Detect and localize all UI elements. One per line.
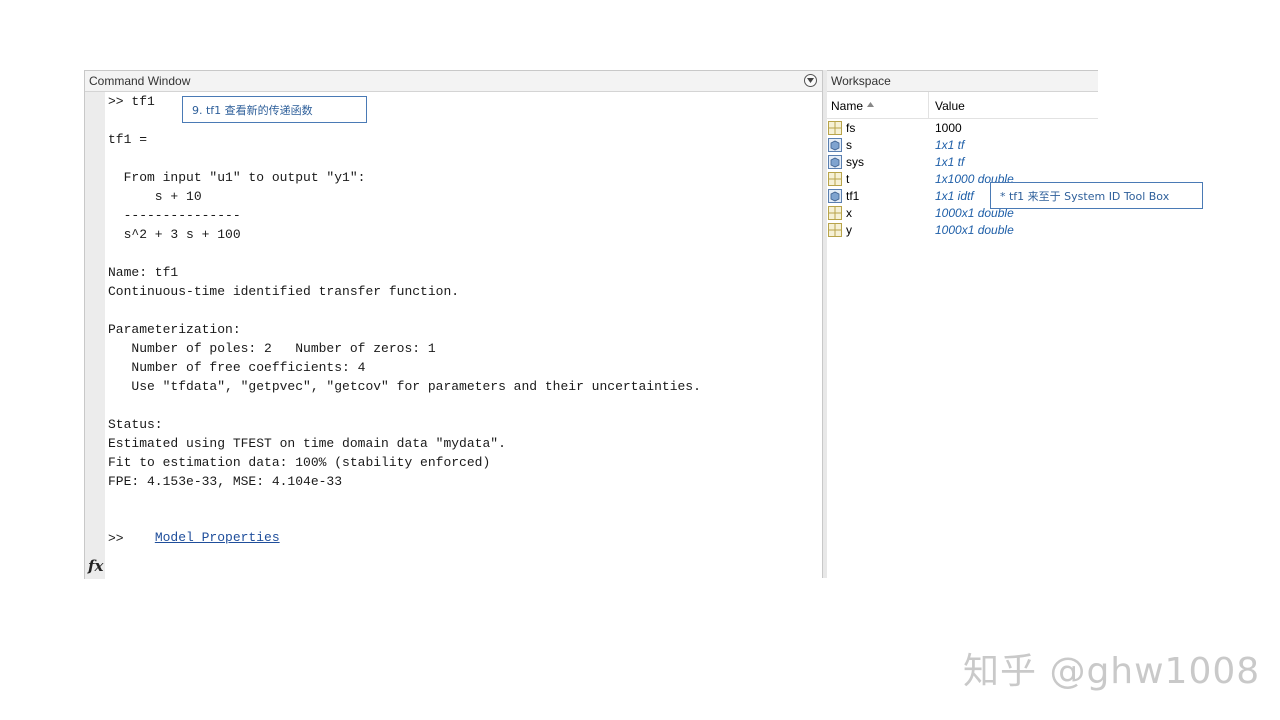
object-icon (828, 155, 842, 169)
workspace-title: Workspace (831, 74, 891, 88)
output-line: Estimated using TFEST on time domain dat… (108, 436, 506, 451)
output-line: Number of free coefficients: 4 (108, 360, 366, 375)
model-properties-line: Model Properties (108, 511, 280, 545)
command-window-gutter: fx (85, 92, 105, 579)
output-line: Parameterization: (108, 322, 241, 337)
output-line: Fit to estimation data: 100% (stability … (108, 455, 491, 470)
annotation-callout-command: 9. tf1 查看新的传递函数 (182, 96, 367, 123)
variable-name: sys (846, 155, 864, 169)
output-line: tf1 = (108, 132, 148, 147)
watermark: 知乎 @ghw1008 (963, 651, 1261, 692)
model-properties-link[interactable]: Model Properties (155, 530, 280, 545)
annotation-callout-workspace: * tf1 来至于 System ID Tool Box (990, 182, 1203, 209)
workspace-row-fs[interactable]: fs 1000 (827, 120, 1098, 137)
output-line: Use "tfdata", "getpvec", "getcov" for pa… (108, 379, 701, 394)
command-prompt[interactable]: >> (108, 530, 124, 548)
command-window-header: Command Window (85, 71, 822, 92)
command-window-panel: Command Window fx >> tf1 tf1 = From inpu… (84, 70, 822, 579)
variable-name: s (846, 138, 852, 152)
output-line: Status: (108, 417, 163, 432)
command-output[interactable]: >> tf1 tf1 = From input "u1" to output "… (108, 93, 818, 573)
workspace-header: Workspace (827, 71, 1098, 92)
output-line: Name: tf1 (108, 265, 179, 280)
workspace-row-sys[interactable]: sys 1x1 tf (827, 154, 1098, 171)
variable-name: t (846, 172, 850, 186)
variable-name: tf1 (846, 189, 860, 203)
output-line: From input "u1" to output "y1": (108, 170, 366, 185)
variable-value: 1x1 idtf (935, 189, 974, 203)
output-line: s^2 + 3 s + 100 (108, 227, 241, 242)
command-window-title: Command Window (89, 74, 191, 88)
column-divider[interactable] (928, 92, 929, 118)
column-header-name[interactable]: Name (831, 99, 863, 113)
sort-ascending-icon[interactable] (867, 102, 874, 107)
variable-name: fs (846, 121, 856, 135)
workspace-row-y[interactable]: y 1000x1 double (827, 222, 1098, 239)
matrix-icon (828, 223, 842, 237)
object-icon (828, 189, 842, 203)
function-browser-fx-icon[interactable]: fx (88, 557, 103, 575)
output-line: >> tf1 (108, 94, 155, 109)
matrix-icon (828, 121, 842, 135)
output-line: Number of poles: 2 Number of zeros: 1 (108, 341, 436, 356)
output-line: --------------- (108, 208, 241, 223)
column-header-value[interactable]: Value (935, 99, 965, 113)
workspace-panel: Workspace Name Value fs 1000 s 1x1 tf sy… (827, 70, 1098, 579)
variable-value: 1x1 tf (935, 155, 965, 169)
variable-name: x (846, 206, 852, 220)
variable-value: 1000x1 double (935, 223, 1014, 237)
workspace-column-header: Name Value (827, 92, 1098, 119)
output-line: FPE: 4.153e-33, MSE: 4.104e-33 (108, 474, 343, 489)
matrix-icon (828, 206, 842, 220)
object-icon (828, 138, 842, 152)
matrix-icon (828, 172, 842, 186)
output-line: s + 10 (108, 189, 202, 204)
workspace-row-s[interactable]: s 1x1 tf (827, 137, 1098, 154)
variable-name: y (846, 223, 852, 237)
output-line: Continuous-time identified transfer func… (108, 284, 460, 299)
variable-value: 1000 (935, 121, 962, 135)
panel-actions-chevron-icon[interactable] (804, 74, 817, 87)
variable-value: 1x1 tf (935, 138, 965, 152)
